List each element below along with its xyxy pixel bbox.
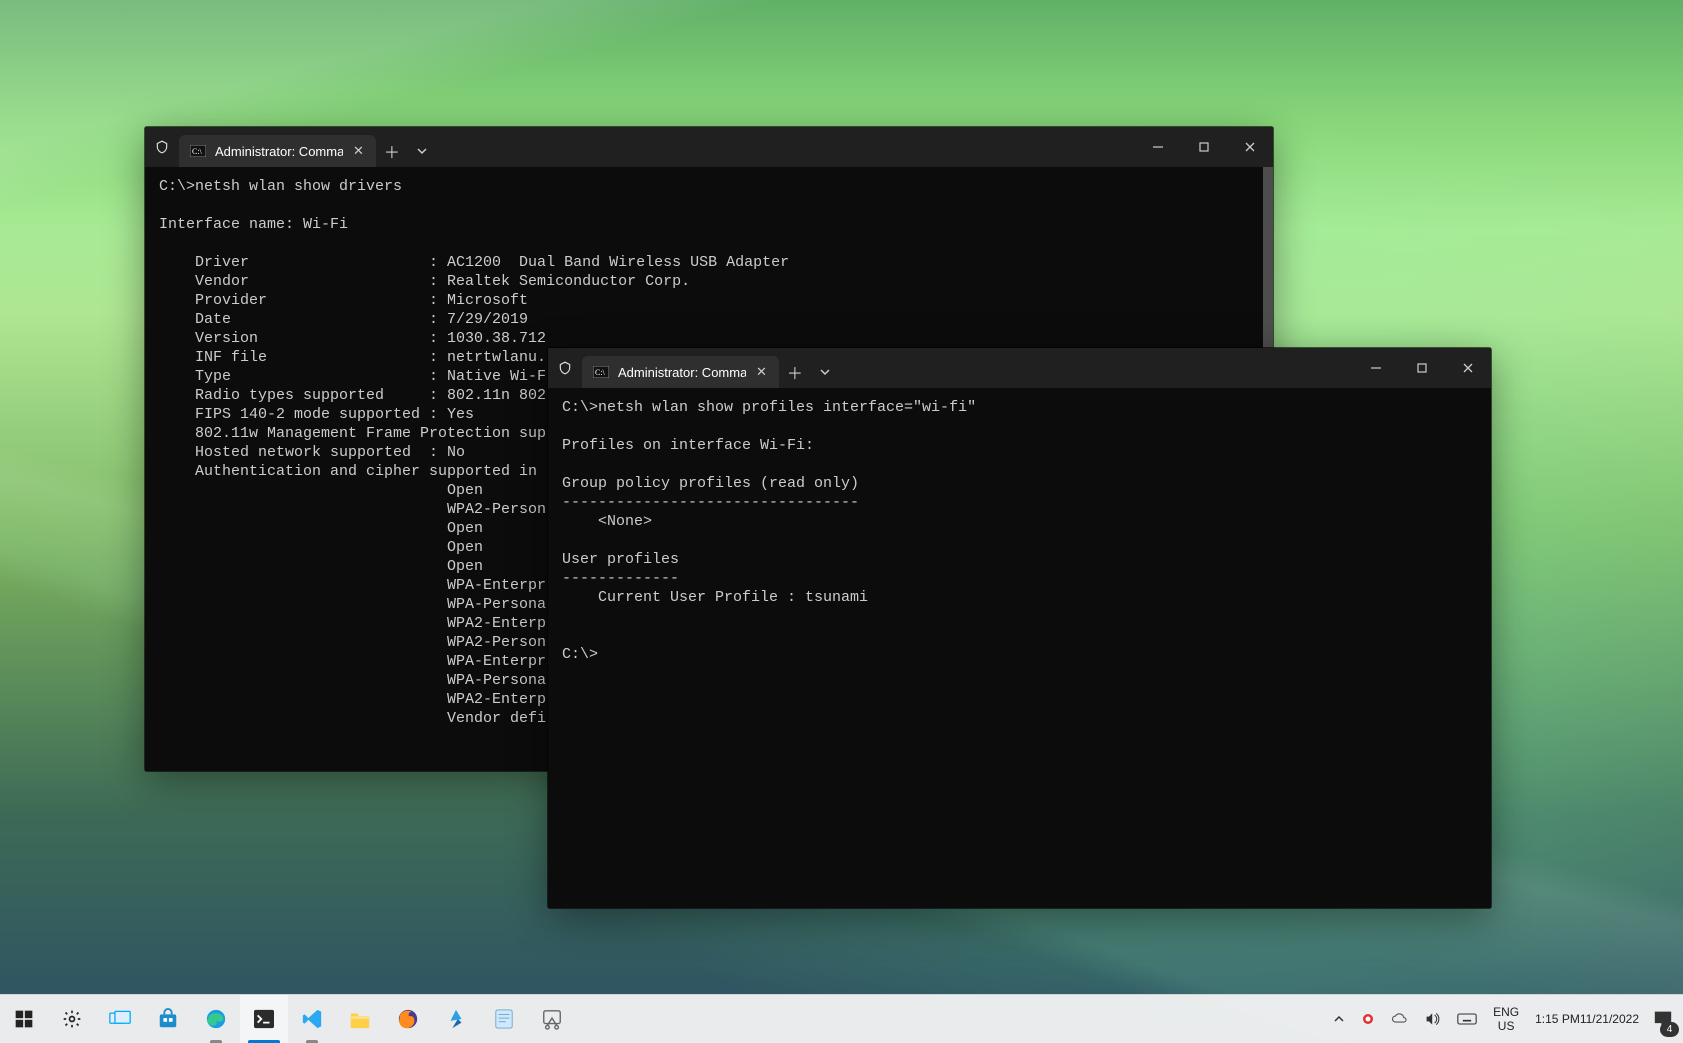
tray-chevron-up-icon[interactable] [1327, 995, 1351, 1043]
terminal-output[interactable]: C:\>netsh wlan show profiles interface="… [548, 388, 1491, 908]
store-icon [157, 1008, 179, 1030]
keyboard-icon[interactable] [1451, 995, 1483, 1043]
shield-icon [548, 361, 582, 375]
terminal-icon [253, 1009, 275, 1029]
minimize-button[interactable] [1353, 348, 1399, 388]
taskbar-azure[interactable] [432, 995, 480, 1043]
clock[interactable]: 1:15 PM 11/21/2022 [1529, 995, 1643, 1043]
maximize-button[interactable] [1399, 348, 1445, 388]
lang-line1: ENG [1493, 1005, 1519, 1019]
snip-icon [541, 1008, 563, 1030]
taskbar-firefox[interactable] [384, 995, 432, 1043]
close-button[interactable] [1445, 348, 1491, 388]
tab-cmd[interactable]: C:\ Administrator: Command Prom ✕ [582, 356, 779, 388]
close-tab-icon[interactable]: ✕ [351, 143, 366, 159]
gear-icon [62, 1009, 82, 1029]
desktop: C:\ Administrator: Command Prom ✕ ＋ C:\>… [0, 0, 1683, 1043]
tab-chevron-down-icon[interactable] [811, 356, 839, 388]
tab-cmd[interactable]: C:\ Administrator: Command Prom ✕ [179, 135, 376, 167]
taskbar[interactable]: ENG US 1:15 PM 11/21/2022 4 [0, 994, 1683, 1043]
titlebar[interactable]: C:\ Administrator: Command Prom ✕ ＋ [145, 127, 1273, 167]
svg-text:C:\: C:\ [595, 368, 606, 377]
close-tab-icon[interactable]: ✕ [754, 364, 769, 380]
firefox-icon [397, 1008, 419, 1030]
time-text: 1:15 PM [1535, 1011, 1580, 1027]
action-center-icon[interactable]: 4 [1647, 995, 1679, 1043]
close-button[interactable] [1227, 127, 1273, 167]
taskview-icon [109, 1010, 131, 1028]
taskbar-settings[interactable] [48, 995, 96, 1043]
date-text: 11/21/2022 [1580, 1011, 1639, 1027]
system-tray[interactable]: ENG US 1:15 PM 11/21/2022 4 [1327, 995, 1683, 1043]
taskbar-file-explorer[interactable] [336, 995, 384, 1043]
cmd-icon: C:\ [189, 144, 207, 158]
tab-title: Administrator: Command Prom [618, 365, 746, 380]
volume-icon[interactable] [1419, 995, 1447, 1043]
tray-app-indicator-icon[interactable] [1355, 995, 1381, 1043]
new-tab-button[interactable]: ＋ [779, 356, 811, 388]
taskbar-terminal[interactable] [240, 995, 288, 1043]
maximize-button[interactable] [1181, 127, 1227, 167]
taskbar-start-button[interactable] [0, 995, 48, 1043]
explorer-icon [349, 1009, 371, 1029]
taskbar-task-view[interactable] [96, 995, 144, 1043]
svg-text:C:\: C:\ [192, 147, 203, 156]
minimize-button[interactable] [1135, 127, 1181, 167]
tab-title: Administrator: Command Prom [215, 144, 343, 159]
edge-icon [205, 1008, 227, 1030]
lang-line2: US [1498, 1019, 1515, 1033]
onedrive-icon[interactable] [1385, 995, 1415, 1043]
windows-icon [14, 1009, 34, 1029]
language-indicator[interactable]: ENG US [1487, 995, 1525, 1043]
taskbar-snipping-tool[interactable] [528, 995, 576, 1043]
azure-icon [445, 1008, 467, 1030]
taskbar-vscode[interactable] [288, 995, 336, 1043]
taskbar-notepad[interactable] [480, 995, 528, 1043]
taskbar-microsoft-store[interactable] [144, 995, 192, 1043]
terminal-window-2[interactable]: C:\ Administrator: Command Prom ✕ ＋ C:\>… [548, 348, 1491, 908]
cmd-icon: C:\ [592, 365, 610, 379]
notepad-icon [494, 1008, 514, 1030]
vscode-icon [301, 1008, 323, 1030]
shield-icon [145, 140, 179, 154]
tab-chevron-down-icon[interactable] [408, 135, 436, 167]
taskbar-edge[interactable] [192, 995, 240, 1043]
new-tab-button[interactable]: ＋ [376, 135, 408, 167]
notification-badge: 4 [1660, 1022, 1679, 1037]
titlebar[interactable]: C:\ Administrator: Command Prom ✕ ＋ [548, 348, 1491, 388]
